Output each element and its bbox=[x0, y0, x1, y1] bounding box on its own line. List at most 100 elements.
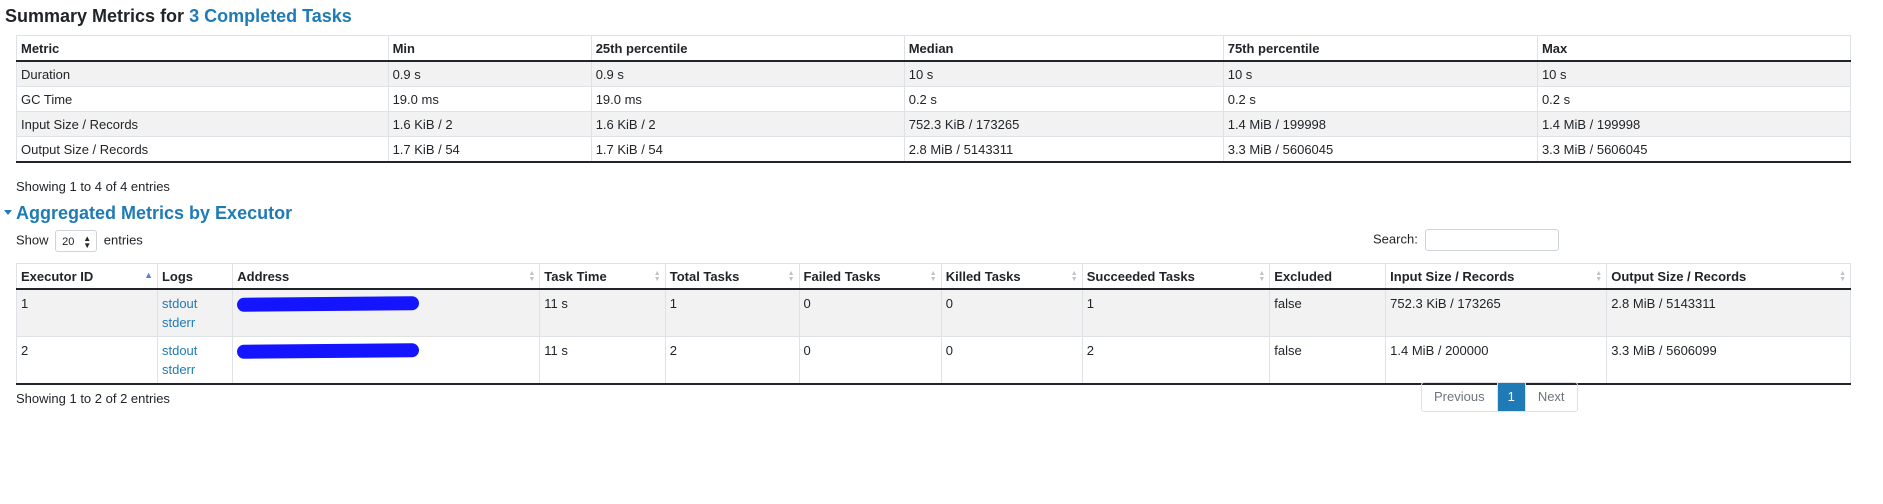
cell: Input Size / Records bbox=[16, 111, 389, 137]
page-1-button[interactable]: 1 bbox=[1497, 383, 1526, 411]
col-75th: 75th percentile bbox=[1222, 35, 1538, 62]
show-entries-control: Show 20 ▲ ▼ entries bbox=[16, 230, 143, 252]
sort-icon: ▲ ▼ bbox=[787, 270, 795, 283]
sort-icon: ▲ ▼ bbox=[528, 270, 536, 283]
logs-cell: stdout stderr bbox=[156, 288, 234, 337]
input-size: 1.4 MiB / 200000 bbox=[1385, 336, 1608, 385]
executors-info: Showing 1 to 2 of 2 entries bbox=[16, 391, 170, 406]
col-label: Killed Tasks bbox=[945, 268, 1021, 284]
task-time: 11 s bbox=[539, 336, 666, 385]
cell: 1.6 KiB / 2 bbox=[590, 111, 905, 137]
page-length-select[interactable]: 20 ▲ ▼ bbox=[55, 230, 98, 252]
cell: 1.4 MiB / 199998 bbox=[1222, 111, 1538, 137]
summary-title: Summary Metrics for 3 Completed Tasks bbox=[5, 6, 352, 27]
succeeded-tasks: 2 bbox=[1081, 336, 1271, 385]
col-total-tasks[interactable]: Total Tasks ▲ ▼ bbox=[664, 263, 800, 290]
cell: 0.9 s bbox=[590, 60, 905, 87]
table-row: Duration 0.9 s 0.9 s 10 s 10 s 10 s bbox=[16, 60, 1852, 87]
page-length-value: 20 bbox=[62, 236, 75, 248]
sort-icon: ▲ ▼ bbox=[1070, 270, 1078, 283]
task-time: 11 s bbox=[539, 288, 666, 337]
total-tasks: 1 bbox=[664, 288, 800, 337]
col-succeeded-tasks[interactable]: Succeeded Tasks ▲ ▼ bbox=[1081, 263, 1271, 290]
failed-tasks: 0 bbox=[798, 336, 942, 385]
cell: 19.0 ms bbox=[590, 86, 905, 112]
col-label: Input Size / Records bbox=[1390, 268, 1515, 284]
address-cell bbox=[232, 336, 541, 385]
cell: Output Size / Records bbox=[16, 136, 389, 163]
cell: 0.9 s bbox=[387, 60, 592, 87]
sort-asc-icon: ▲ bbox=[144, 270, 153, 280]
col-logs[interactable]: Logs bbox=[156, 263, 234, 290]
total-tasks: 2 bbox=[664, 336, 800, 385]
col-failed-tasks[interactable]: Failed Tasks ▲ ▼ bbox=[798, 263, 942, 290]
table-row: 2 stdout stderr 11 s 2 0 0 2 false 1.4 M… bbox=[16, 336, 1851, 385]
col-excluded[interactable]: Excluded bbox=[1269, 263, 1387, 290]
stdout-link[interactable]: stdout bbox=[162, 343, 197, 358]
failed-tasks: 0 bbox=[798, 288, 942, 337]
cell: 1.7 KiB / 54 bbox=[590, 136, 905, 163]
executor-header-row: Executor ID ▲ Logs Address ▲ ▼ Task Time ▲ ▼ … bbox=[16, 263, 1851, 290]
stderr-link[interactable]: stderr bbox=[162, 315, 195, 330]
cell: 0.2 s bbox=[1536, 86, 1852, 112]
col-address[interactable]: Address ▲ ▼ bbox=[232, 263, 541, 290]
next-button[interactable]: Next bbox=[1526, 383, 1577, 411]
completed-tasks-link[interactable]: 3 Completed Tasks bbox=[189, 6, 352, 26]
aggregated-metrics-toggle[interactable]: Aggregated Metrics by Executor bbox=[4, 203, 292, 224]
col-label: Logs bbox=[161, 268, 194, 284]
pagination: Previous 1 Next bbox=[1421, 382, 1578, 412]
previous-button[interactable]: Previous bbox=[1422, 383, 1498, 411]
cell: 752.3 KiB / 173265 bbox=[903, 111, 1224, 137]
executor-metrics-table: Executor ID ▲ Logs Address ▲ ▼ Task Time ▲ ▼ … bbox=[16, 263, 1851, 385]
search-input[interactable] bbox=[1425, 229, 1560, 251]
cell: 10 s bbox=[1536, 60, 1852, 87]
cell: 1.6 KiB / 2 bbox=[387, 111, 592, 137]
cell: 10 s bbox=[1222, 60, 1538, 87]
output-size: 2.8 MiB / 5143311 bbox=[1606, 288, 1851, 337]
search-label: Search: bbox=[1373, 231, 1418, 247]
output-size: 3.3 MiB / 5606099 bbox=[1606, 336, 1851, 385]
cell: 3.3 MiB / 5606045 bbox=[1222, 136, 1538, 163]
col-metric: Metric bbox=[16, 35, 389, 62]
col-median: Median bbox=[903, 35, 1224, 62]
input-size: 752.3 KiB / 173265 bbox=[1385, 288, 1608, 337]
caret-down-icon bbox=[4, 209, 12, 215]
cell: 1.7 KiB / 54 bbox=[387, 136, 592, 163]
summary-info: Showing 1 to 4 of 4 entries bbox=[16, 179, 170, 194]
select-arrows-icon: ▲ ▼ bbox=[83, 234, 92, 250]
cell: 3.3 MiB / 5606045 bbox=[1536, 136, 1852, 163]
table-row: Input Size / Records 1.6 KiB / 2 1.6 KiB… bbox=[16, 111, 1852, 137]
killed-tasks: 0 bbox=[940, 288, 1083, 337]
table-row: 1 stdout stderr 11 s 1 0 0 1 false 752.3… bbox=[16, 288, 1851, 337]
cell: GC Time bbox=[16, 86, 389, 112]
col-label: Address bbox=[237, 268, 290, 284]
cell: 10 s bbox=[903, 60, 1224, 87]
show-label: Show bbox=[16, 232, 49, 248]
succeeded-tasks: 1 bbox=[1081, 288, 1271, 337]
entries-label: entries bbox=[103, 232, 143, 248]
col-label: Failed Tasks bbox=[803, 268, 881, 284]
cell: Duration bbox=[16, 60, 389, 87]
search-control: Search: bbox=[1373, 229, 1560, 251]
col-task-time[interactable]: Task Time ▲ ▼ bbox=[539, 263, 666, 290]
sort-icon: ▲ ▼ bbox=[1258, 270, 1266, 283]
stderr-link[interactable]: stderr bbox=[162, 362, 195, 377]
stdout-link[interactable]: stdout bbox=[162, 296, 197, 311]
col-killed-tasks[interactable]: Killed Tasks ▲ ▼ bbox=[940, 263, 1083, 290]
cell: 1.4 MiB / 199998 bbox=[1536, 111, 1852, 137]
summary-metrics-table: Metric Min 25th percentile Median 75th p… bbox=[16, 35, 1852, 163]
redaction-mark bbox=[237, 296, 420, 312]
cell: 0.2 s bbox=[1222, 86, 1538, 112]
col-input-size[interactable]: Input Size / Records ▲ ▼ bbox=[1385, 263, 1608, 290]
cell: 0.2 s bbox=[903, 86, 1224, 112]
summary-header-row: Metric Min 25th percentile Median 75th p… bbox=[16, 35, 1852, 62]
table-row: Output Size / Records 1.7 KiB / 54 1.7 K… bbox=[16, 136, 1852, 163]
col-output-size[interactable]: Output Size / Records ▲ ▼ bbox=[1606, 263, 1851, 290]
col-max: Max bbox=[1536, 35, 1852, 62]
col-label: Excluded bbox=[1274, 268, 1333, 284]
address-cell bbox=[232, 288, 541, 337]
sort-icon: ▲ ▼ bbox=[1595, 270, 1603, 283]
col-executor-id[interactable]: Executor ID ▲ bbox=[16, 263, 158, 290]
col-min: Min bbox=[387, 35, 592, 62]
executor-id: 2 bbox=[16, 336, 158, 385]
